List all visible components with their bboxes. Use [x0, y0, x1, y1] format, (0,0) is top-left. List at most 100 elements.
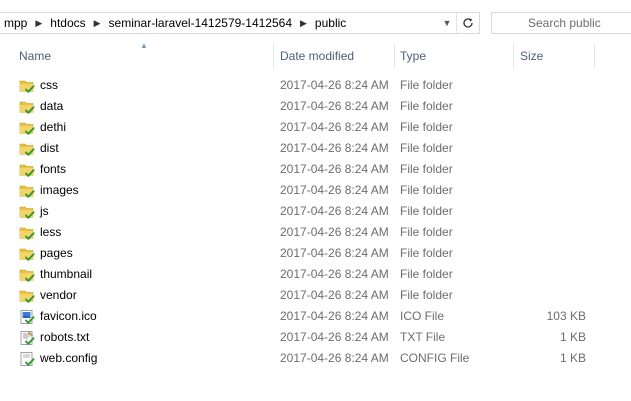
file-size — [519, 138, 586, 159]
folder-icon — [19, 162, 35, 178]
folder-icon — [19, 267, 35, 283]
column-header-name[interactable]: Name — [13, 44, 273, 68]
image-file-icon — [19, 309, 35, 325]
file-type: File folder — [400, 183, 453, 197]
file-row[interactable]: dethi 2017-04-26 8:24 AM File folder — [0, 117, 631, 138]
column-header-type[interactable]: Type — [394, 44, 513, 68]
file-date: 2017-04-26 8:24 AM — [280, 246, 389, 260]
file-type: File folder — [400, 246, 453, 260]
file-size: 103 KB — [546, 309, 586, 323]
file-name[interactable]: pages — [40, 243, 73, 264]
file-row[interactable]: favicon.ico 2017-04-26 8:24 AM ICO File … — [0, 306, 631, 327]
config-file-icon — [19, 351, 35, 367]
file-type: File folder — [400, 99, 453, 113]
file-name[interactable]: dist — [40, 138, 59, 159]
folder-icon — [19, 288, 35, 304]
file-type: File folder — [400, 204, 453, 218]
file-row[interactable]: pages 2017-04-26 8:24 AM File folder — [0, 243, 631, 264]
file-size — [519, 180, 586, 201]
file-name[interactable]: favicon.ico — [40, 306, 97, 327]
address-dropdown-icon[interactable]: ▼ — [438, 18, 456, 28]
file-type: CONFIG File — [400, 351, 470, 365]
column-header-row: ▲ Name Date modified Type Size — [0, 41, 631, 70]
file-name[interactable]: fonts — [40, 159, 66, 180]
text-file-icon — [19, 330, 35, 346]
breadcrumb-item-htdocs[interactable]: htdocs ▶ — [46, 12, 104, 34]
file-type: File folder — [400, 141, 453, 155]
file-name[interactable]: thumbnail — [40, 264, 92, 285]
folder-icon — [19, 141, 35, 157]
column-header-date[interactable]: Date modified — [274, 44, 394, 68]
folder-icon — [19, 246, 35, 262]
file-type: File folder — [400, 78, 453, 92]
file-size — [519, 117, 586, 138]
file-name[interactable]: vendor — [40, 285, 77, 306]
file-size — [519, 159, 586, 180]
file-type: File folder — [400, 288, 453, 302]
file-size — [519, 264, 586, 285]
chevron-right-icon[interactable]: ▶ — [31, 18, 46, 29]
breadcrumb-label: htdocs — [50, 16, 86, 30]
file-date: 2017-04-26 8:24 AM — [280, 288, 389, 302]
file-row[interactable]: web.config 2017-04-26 8:24 AM CONFIG Fil… — [0, 348, 631, 369]
folder-icon — [19, 204, 35, 220]
file-row[interactable]: less 2017-04-26 8:24 AM File folder — [0, 222, 631, 243]
breadcrumb-label: public — [314, 16, 347, 30]
file-date: 2017-04-26 8:24 AM — [280, 141, 389, 155]
file-type: File folder — [400, 162, 453, 176]
file-name[interactable]: dethi — [40, 117, 66, 138]
file-date: 2017-04-26 8:24 AM — [280, 120, 389, 134]
breadcrumb-item-project[interactable]: seminar-laravel-1412579-1412564 ▶ — [105, 12, 311, 34]
file-name[interactable]: data — [40, 96, 63, 117]
file-row[interactable]: vendor 2017-04-26 8:24 AM File folder — [0, 285, 631, 306]
file-date: 2017-04-26 8:24 AM — [280, 99, 389, 113]
file-date: 2017-04-26 8:24 AM — [280, 351, 389, 365]
file-date: 2017-04-26 8:24 AM — [280, 78, 389, 92]
file-type: TXT File — [400, 330, 446, 344]
file-row[interactable]: images 2017-04-26 8:24 AM File folder — [0, 180, 631, 201]
chevron-right-icon[interactable]: ▶ — [296, 18, 311, 29]
file-row[interactable]: fonts 2017-04-26 8:24 AM File folder — [0, 159, 631, 180]
file-name[interactable]: robots.txt — [40, 327, 89, 348]
file-row[interactable]: thumbnail 2017-04-26 8:24 AM File folder — [0, 264, 631, 285]
breadcrumb-item-mpp[interactable]: mpp ▶ — [0, 12, 46, 34]
search-box[interactable] — [491, 12, 631, 34]
folder-icon — [19, 225, 35, 241]
file-row[interactable]: dist 2017-04-26 8:24 AM File folder — [0, 138, 631, 159]
file-date: 2017-04-26 8:24 AM — [280, 309, 389, 323]
refresh-icon[interactable] — [456, 13, 479, 33]
file-size — [519, 75, 586, 96]
column-divider[interactable] — [594, 44, 595, 68]
file-row[interactable]: css 2017-04-26 8:24 AM File folder — [0, 75, 631, 96]
file-name[interactable]: less — [40, 222, 61, 243]
file-name[interactable]: web.config — [40, 348, 97, 369]
folder-icon — [19, 99, 35, 115]
file-row[interactable]: robots.txt 2017-04-26 8:24 AM TXT File 1… — [0, 327, 631, 348]
file-size: 1 KB — [559, 330, 586, 344]
file-size — [519, 285, 586, 306]
file-name[interactable]: css — [40, 75, 58, 96]
file-type: File folder — [400, 267, 453, 281]
file-date: 2017-04-26 8:24 AM — [280, 204, 389, 218]
chevron-right-icon[interactable]: ▶ — [90, 18, 105, 29]
file-row[interactable]: js 2017-04-26 8:24 AM File folder — [0, 201, 631, 222]
file-type: File folder — [400, 120, 453, 134]
file-date: 2017-04-26 8:24 AM — [280, 183, 389, 197]
search-input[interactable] — [528, 16, 628, 30]
folder-icon — [19, 120, 35, 136]
file-type: ICO File — [400, 309, 445, 323]
file-size: 1 KB — [559, 351, 586, 365]
file-name[interactable]: images — [40, 180, 79, 201]
breadcrumb-label: seminar-laravel-1412579-1412564 — [108, 16, 292, 30]
address-bar[interactable]: mpp ▶ htdocs ▶ seminar-laravel-1412579-1… — [0, 12, 480, 34]
file-size — [519, 96, 586, 117]
folder-icon — [19, 183, 35, 199]
file-size — [519, 222, 586, 243]
file-row[interactable]: data 2017-04-26 8:24 AM File folder — [0, 96, 631, 117]
file-date: 2017-04-26 8:24 AM — [280, 330, 389, 344]
breadcrumb-item-public[interactable]: public — [311, 12, 350, 34]
file-name[interactable]: js — [40, 201, 49, 222]
file-date: 2017-04-26 8:24 AM — [280, 267, 389, 281]
breadcrumb-label: mpp — [4, 16, 28, 30]
column-header-size[interactable]: Size — [514, 44, 594, 68]
